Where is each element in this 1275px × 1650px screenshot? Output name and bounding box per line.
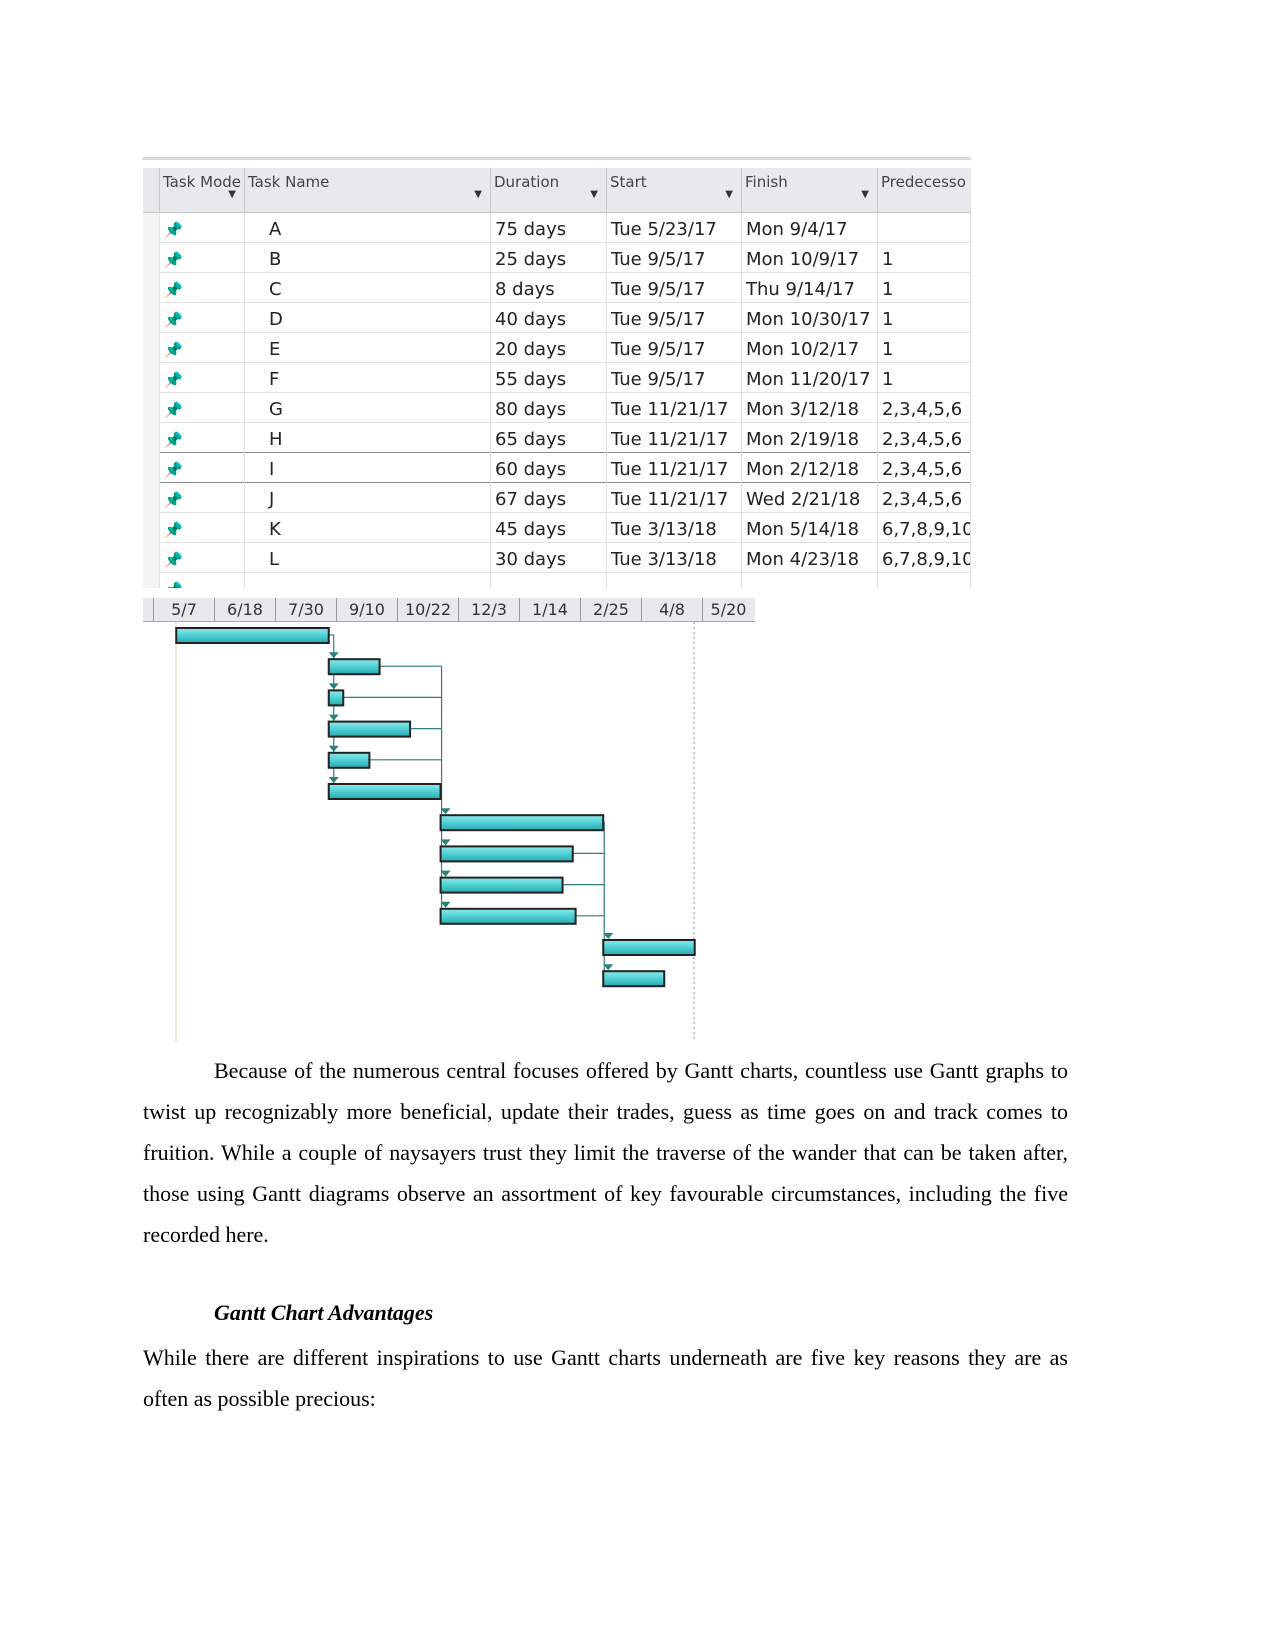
- gantt-bar-C: [327, 689, 345, 707]
- gantt-bar-K: [602, 939, 696, 956]
- gantt-bar-G: [439, 814, 605, 832]
- gantt-chart: [175, 622, 696, 1042]
- dependency-arrow-icon: [328, 745, 339, 752]
- gantt-bar-F: [327, 783, 442, 800]
- paragraph-text: Because of the numerous central focuses …: [143, 1058, 1068, 1247]
- gantt-bar-L: [602, 970, 666, 988]
- dependency-arrow-icon: [328, 714, 339, 721]
- paragraph-intro: Because of the numerous central focuses …: [143, 1050, 1068, 1255]
- gantt-bar-H: [439, 845, 574, 863]
- paragraph-advantages: While there are different inspirations t…: [143, 1345, 1068, 1411]
- dependency-arrow-icon: [328, 683, 339, 690]
- section-heading: Gantt Chart Advantages: [214, 1300, 434, 1325]
- gantt-bar-D: [327, 720, 412, 738]
- gantt-bar-I: [439, 876, 564, 894]
- gantt-bar-J: [439, 907, 577, 925]
- dependency-arrow-icon: [328, 652, 339, 659]
- gantt-bar-E: [327, 751, 371, 769]
- dependency-arrow-icon: [328, 777, 339, 783]
- document-page: Task Mode ▼ Task Name ▼ Duration ▼ Start ▼ F…: [0, 0, 1275, 1650]
- gantt-bar-A: [175, 627, 330, 644]
- gantt-bar-B: [327, 658, 381, 676]
